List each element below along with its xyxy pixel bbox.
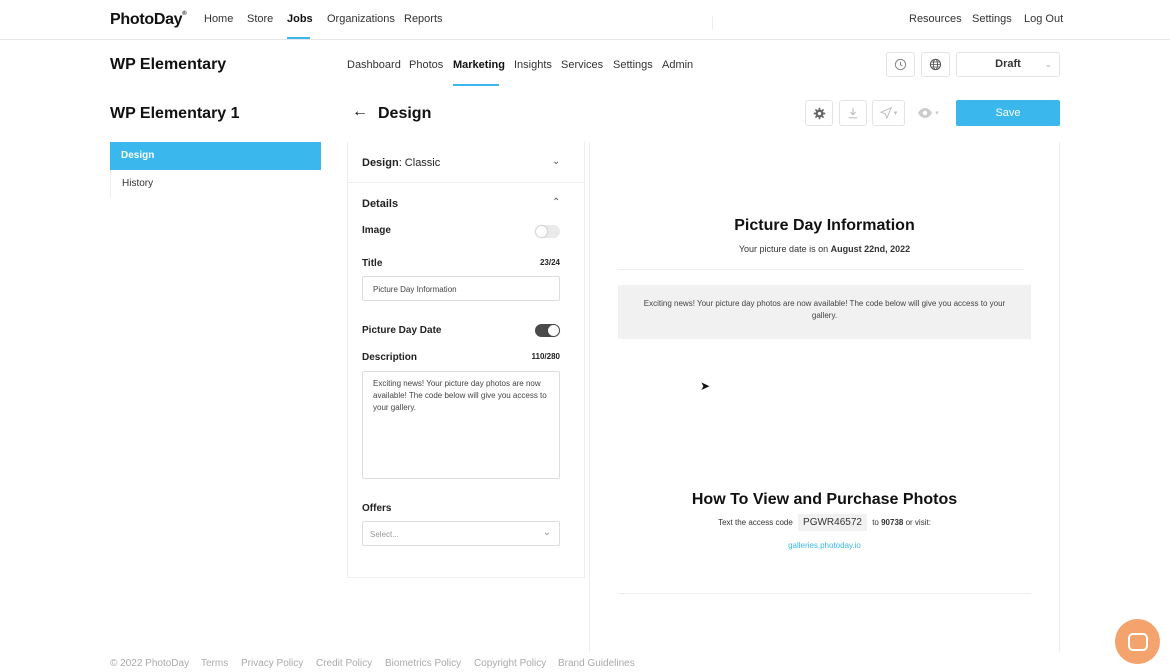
gallery-link[interactable]: galleries.photoday.io: [589, 541, 1060, 550]
sidebar-item-design[interactable]: Design: [110, 142, 321, 170]
mouse-cursor-icon: ➤: [700, 379, 711, 393]
job-status-select[interactable]: Draft ⌄: [956, 52, 1060, 77]
download-icon: [848, 107, 858, 119]
title-input[interactable]: Picture Day Information: [362, 276, 560, 301]
chevron-down-icon: ▾: [893, 110, 898, 117]
nav-home[interactable]: Home: [204, 13, 233, 25]
sidebar-item-history[interactable]: History: [110, 170, 321, 198]
nav-jobs[interactable]: Jobs: [287, 13, 313, 25]
send-icon: [879, 107, 892, 119]
footer-copyright: © 2022 PhotoDay: [110, 658, 190, 669]
chevron-up-icon[interactable]: ⌃: [552, 197, 560, 208]
details-section-title: Details: [362, 198, 399, 210]
footer-brand[interactable]: Brand Guidelines: [558, 658, 635, 669]
chevron-down-icon: ▾: [935, 110, 939, 117]
campaign-title: WP Elementary 1: [110, 105, 240, 122]
tab-admin[interactable]: Admin: [662, 59, 693, 71]
tab-services[interactable]: Services: [561, 59, 603, 71]
preview-access-line: Text the access code PGWR46572 to 90738 …: [589, 514, 1060, 531]
nav-divider: [712, 16, 713, 30]
image-toggle[interactable]: [535, 225, 560, 238]
tab-settings[interactable]: Settings: [613, 59, 653, 71]
footer-copyright-policy[interactable]: Copyright Policy: [474, 658, 546, 669]
description-label: Description: [362, 352, 418, 363]
chevron-down-icon: ⌄: [542, 527, 551, 538]
footer-biometrics[interactable]: Biometrics Policy: [385, 658, 461, 669]
tab-insights[interactable]: Insights: [514, 59, 552, 71]
preview-heading: Picture Day Information: [734, 217, 915, 234]
tab-dashboard[interactable]: Dashboard: [347, 59, 401, 71]
tab-marketing[interactable]: Marketing: [453, 59, 505, 71]
preview-date-line: Your picture date is on August 22nd, 202…: [738, 244, 911, 254]
eye-icon: [918, 108, 933, 118]
settings-button[interactable]: [805, 100, 833, 126]
title-label: Title: [362, 258, 383, 269]
nav-logout[interactable]: Log Out: [1024, 13, 1063, 25]
nav-organizations[interactable]: Organizations: [327, 13, 395, 25]
nav-reports[interactable]: Reports: [404, 13, 443, 25]
footer-terms[interactable]: Terms: [201, 658, 228, 669]
divider: [348, 182, 584, 183]
nav-settings[interactable]: Settings: [972, 13, 1012, 25]
send-button[interactable]: ▾: [872, 100, 905, 126]
clock-icon: [894, 58, 907, 71]
footer-privacy[interactable]: Privacy Policy: [241, 658, 303, 669]
nav-active-indicator: [287, 37, 310, 39]
offers-select[interactable]: Select... ⌄: [362, 521, 560, 546]
divider: [618, 593, 1031, 594]
offers-label: Offers: [362, 503, 392, 514]
photoday-logo[interactable]: PhotoDay®: [110, 11, 187, 29]
nav-resources[interactable]: Resources: [909, 13, 962, 25]
design-theme-selector[interactable]: Design: Classic: [362, 157, 440, 169]
access-code-badge: PGWR46572: [798, 514, 867, 531]
description-textarea[interactable]: Exciting news! Your picture day photos a…: [362, 371, 560, 479]
image-label: Image: [362, 225, 391, 236]
tab-photos[interactable]: Photos: [409, 59, 443, 71]
preview-button[interactable]: ▾: [910, 100, 946, 126]
globe-icon: [929, 58, 942, 71]
footer-credit[interactable]: Credit Policy: [316, 658, 372, 669]
gear-icon: [813, 107, 825, 119]
divider: [618, 269, 1024, 270]
nav-store[interactable]: Store: [247, 13, 273, 25]
job-title: WP Elementary: [110, 56, 227, 73]
publish-web-button[interactable]: [921, 52, 950, 77]
download-button[interactable]: [839, 100, 867, 126]
page-title: Design: [378, 105, 432, 122]
arrow-left-icon[interactable]: ←: [352, 103, 368, 121]
chevron-down-icon[interactable]: ⌄: [552, 156, 560, 167]
preview-how-heading: How To View and Purchase Photos: [691, 491, 958, 508]
tab-active-indicator: [453, 84, 499, 86]
picture-day-date-toggle[interactable]: [535, 324, 560, 337]
preview-message: Exciting news! Your picture day photos a…: [618, 285, 1031, 339]
chat-launcher-button[interactable]: [1115, 619, 1160, 664]
picture-day-date-label: Picture Day Date: [362, 325, 442, 336]
title-char-count: 23/24: [539, 258, 560, 267]
chat-icon: [1127, 632, 1148, 651]
history-button[interactable]: [886, 52, 915, 77]
chevron-down-icon: ⌄: [1044, 59, 1052, 69]
save-button[interactable]: Save: [956, 100, 1060, 126]
description-char-count: 110/280: [531, 352, 560, 361]
